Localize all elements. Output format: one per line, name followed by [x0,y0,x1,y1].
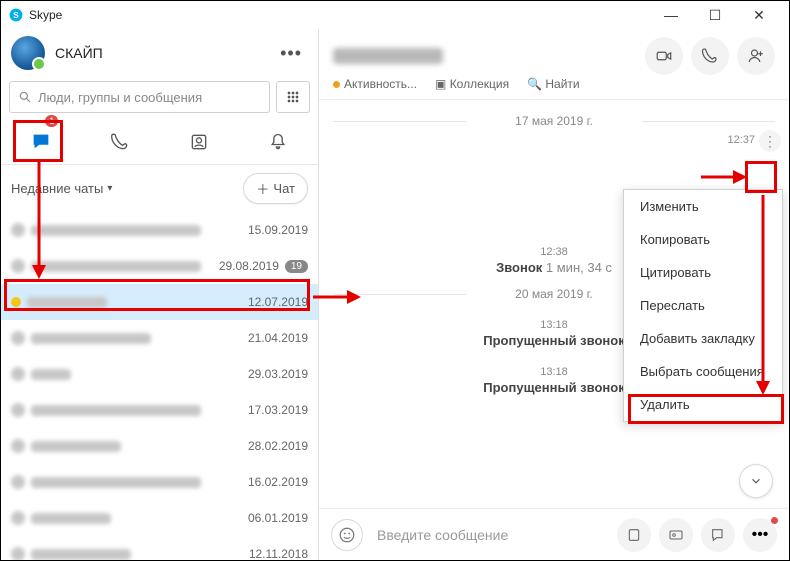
window-title: Skype [29,8,62,22]
chat-item[interactable]: 16.02.2019 [1,464,318,500]
svg-text:S: S [13,11,19,20]
chats-badge: 1 [45,115,58,127]
search-icon [18,90,32,104]
scroll-down-button[interactable] [739,464,773,498]
tab-chats[interactable]: 1 [1,119,80,164]
tab-calls[interactable] [80,119,159,164]
status-dot-icon [333,81,340,88]
add-participant-button[interactable] [737,37,775,75]
collection-link[interactable]: ▣ Коллекция [435,77,509,91]
emoji-button[interactable] [331,519,363,551]
skype-logo-icon: S [9,8,23,22]
message-input[interactable]: Введите сообщение [371,527,609,543]
card-icon [668,527,684,543]
away-status-icon [11,297,21,307]
dialpad-button[interactable] [276,81,310,113]
menu-forward[interactable]: Переслать [624,289,782,322]
send-button[interactable] [701,518,735,552]
conversation-title [333,48,443,64]
chat-item[interactable]: 28.02.2019 [1,428,318,464]
conversation-pane: Активность... ▣ Коллекция 🔍 Найти 17 мая… [319,29,789,560]
chevron-down-icon: ▾ [107,183,112,194]
chat-item[interactable]: 12.11.2018 [1,536,318,560]
menu-copy[interactable]: Копировать [624,223,782,256]
sidebar: СКАЙП ••• Люди, группы и сообщения 1 [1,29,319,560]
contact-card-button[interactable] [659,518,693,552]
phone-icon [701,47,719,65]
menu-delete[interactable]: Удалить [624,388,782,421]
chat-list: 15.09.2019 29.08.201919 12.07.2019 21.04… [1,212,318,560]
find-link[interactable]: 🔍 Найти [527,77,580,91]
chat-item[interactable]: 17.03.2019 [1,392,318,428]
more-compose-button[interactable]: ••• [743,518,777,552]
search-input[interactable]: Люди, группы и сообщения [9,81,270,113]
minimize-button[interactable]: — [649,1,693,29]
attach-file-button[interactable] [617,518,651,552]
menu-bookmark[interactable]: Добавить закладку [624,322,782,355]
contacts-icon [189,132,209,152]
file-icon [626,527,642,543]
chat-item-selected[interactable]: 12.07.2019 [1,284,318,320]
more-menu-button[interactable]: ••• [274,43,308,64]
chat-item[interactable]: 15.09.2019 [1,212,318,248]
chevron-down-icon [749,474,763,488]
video-icon [655,47,673,65]
menu-edit[interactable]: Изменить [624,190,782,223]
chat-item[interactable]: 29.03.2019 [1,356,318,392]
chat-item[interactable]: 29.08.201919 [1,248,318,284]
titlebar: S Skype — ☐ ✕ [1,1,789,29]
nav-tabs: 1 [1,119,318,165]
avatar[interactable] [11,36,45,70]
tab-contacts[interactable] [160,119,239,164]
chat-icon [30,131,52,153]
menu-select[interactable]: Выбрать сообщения [624,355,782,388]
date-separator: 17 мая 2019 г. [333,114,775,128]
bell-icon [268,132,288,152]
emoji-icon [338,526,356,544]
phone-icon [110,132,130,152]
message-time: 12:37 [333,134,775,146]
compose-bar: Введите сообщение ••• [319,508,789,560]
message-menu-button[interactable]: ⋮ [759,130,781,152]
chat-item[interactable]: 21.04.2019 [1,320,318,356]
profile-name: СКАЙП [55,45,103,61]
profile-row[interactable]: СКАЙП ••• [1,29,318,77]
message-context-menu: Изменить Копировать Цитировать Переслать… [623,189,783,422]
activity-status: Активность... [333,77,417,91]
chat-item[interactable]: 06.01.2019 [1,500,318,536]
new-chat-button[interactable]: ＋ Чат [243,173,308,204]
video-call-button[interactable] [645,37,683,75]
audio-call-button[interactable] [691,37,729,75]
tab-notifications[interactable] [239,119,318,164]
dialpad-icon [285,89,301,105]
send-icon [710,527,726,543]
close-button[interactable]: ✕ [737,1,781,29]
add-user-icon [747,47,765,65]
maximize-button[interactable]: ☐ [693,1,737,29]
menu-quote[interactable]: Цитировать [624,256,782,289]
recent-chats-header[interactable]: Недавние чаты▾ ＋ Чат [1,165,318,212]
